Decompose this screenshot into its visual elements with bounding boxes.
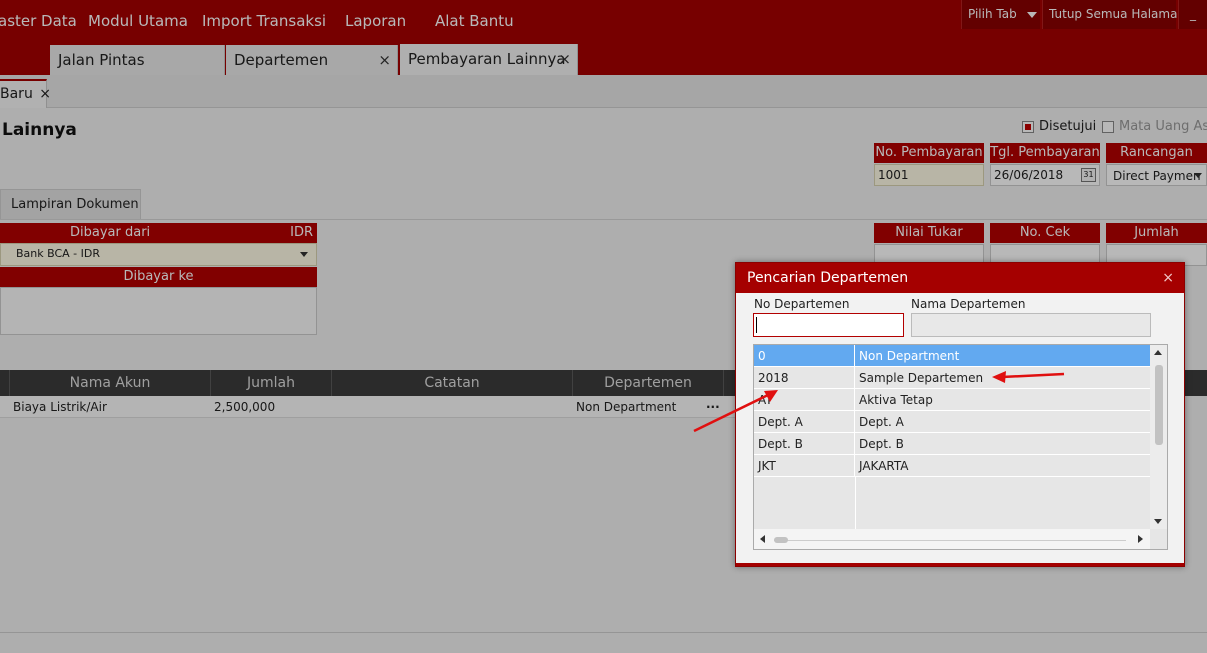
- department-no-cell: 2018: [754, 367, 855, 389]
- department-no-cell: Dept. B: [754, 433, 855, 455]
- scroll-right-icon[interactable]: [1138, 535, 1143, 543]
- table-row[interactable]: 0 Non Department: [754, 345, 1150, 367]
- department-name-cell: Dept. B: [859, 437, 904, 451]
- horizontal-scrollbar[interactable]: [754, 529, 1150, 549]
- scroll-left-icon[interactable]: [760, 535, 765, 543]
- department-grid: 0 Non Department 2018 Sample Departemen …: [753, 344, 1168, 550]
- department-name-label: Nama Departemen: [911, 297, 1026, 311]
- department-search-dialog: Pencarian Departemen × No Departemen Nam…: [735, 262, 1185, 567]
- department-no-cell: AT: [754, 389, 855, 411]
- dialog-title-bar: Pencarian Departemen ×: [736, 263, 1184, 293]
- department-no-cell: Dept. A: [754, 411, 855, 433]
- horizontal-scroll-thumb[interactable]: [774, 537, 788, 543]
- table-row[interactable]: Dept. A Dept. A: [754, 411, 1150, 433]
- table-row[interactable]: 2018 Sample Departemen: [754, 367, 1150, 389]
- horizontal-scroll-track: [774, 540, 1126, 541]
- department-no-cell: 0: [754, 345, 855, 367]
- vertical-scroll-thumb[interactable]: [1155, 365, 1163, 445]
- text-cursor: [756, 317, 757, 333]
- dialog-title: Pencarian Departemen: [747, 270, 909, 286]
- table-row[interactable]: AT Aktiva Tetap: [754, 389, 1150, 411]
- vertical-scrollbar[interactable]: [1150, 345, 1167, 529]
- column-divider: [855, 477, 856, 529]
- department-name-cell: Sample Departemen: [859, 371, 984, 385]
- scroll-up-icon[interactable]: [1154, 350, 1162, 355]
- department-name-cell: Aktiva Tetap: [859, 393, 933, 407]
- department-no-cell: JKT: [754, 455, 855, 477]
- department-name-cell: JAKARTA: [859, 459, 909, 473]
- department-name-input[interactable]: [911, 313, 1151, 337]
- scroll-down-icon[interactable]: [1154, 519, 1162, 524]
- department-name-cell: Non Department: [859, 349, 960, 363]
- department-no-input[interactable]: [753, 313, 904, 337]
- close-icon[interactable]: ×: [1162, 263, 1174, 293]
- department-no-label: No Departemen: [754, 297, 850, 311]
- table-row[interactable]: Dept. B Dept. B: [754, 433, 1150, 455]
- department-name-cell: Dept. A: [859, 415, 904, 429]
- table-row[interactable]: JKT JAKARTA: [754, 455, 1150, 477]
- dialog-body: No Departemen Nama Departemen 0 Non Depa…: [736, 293, 1184, 566]
